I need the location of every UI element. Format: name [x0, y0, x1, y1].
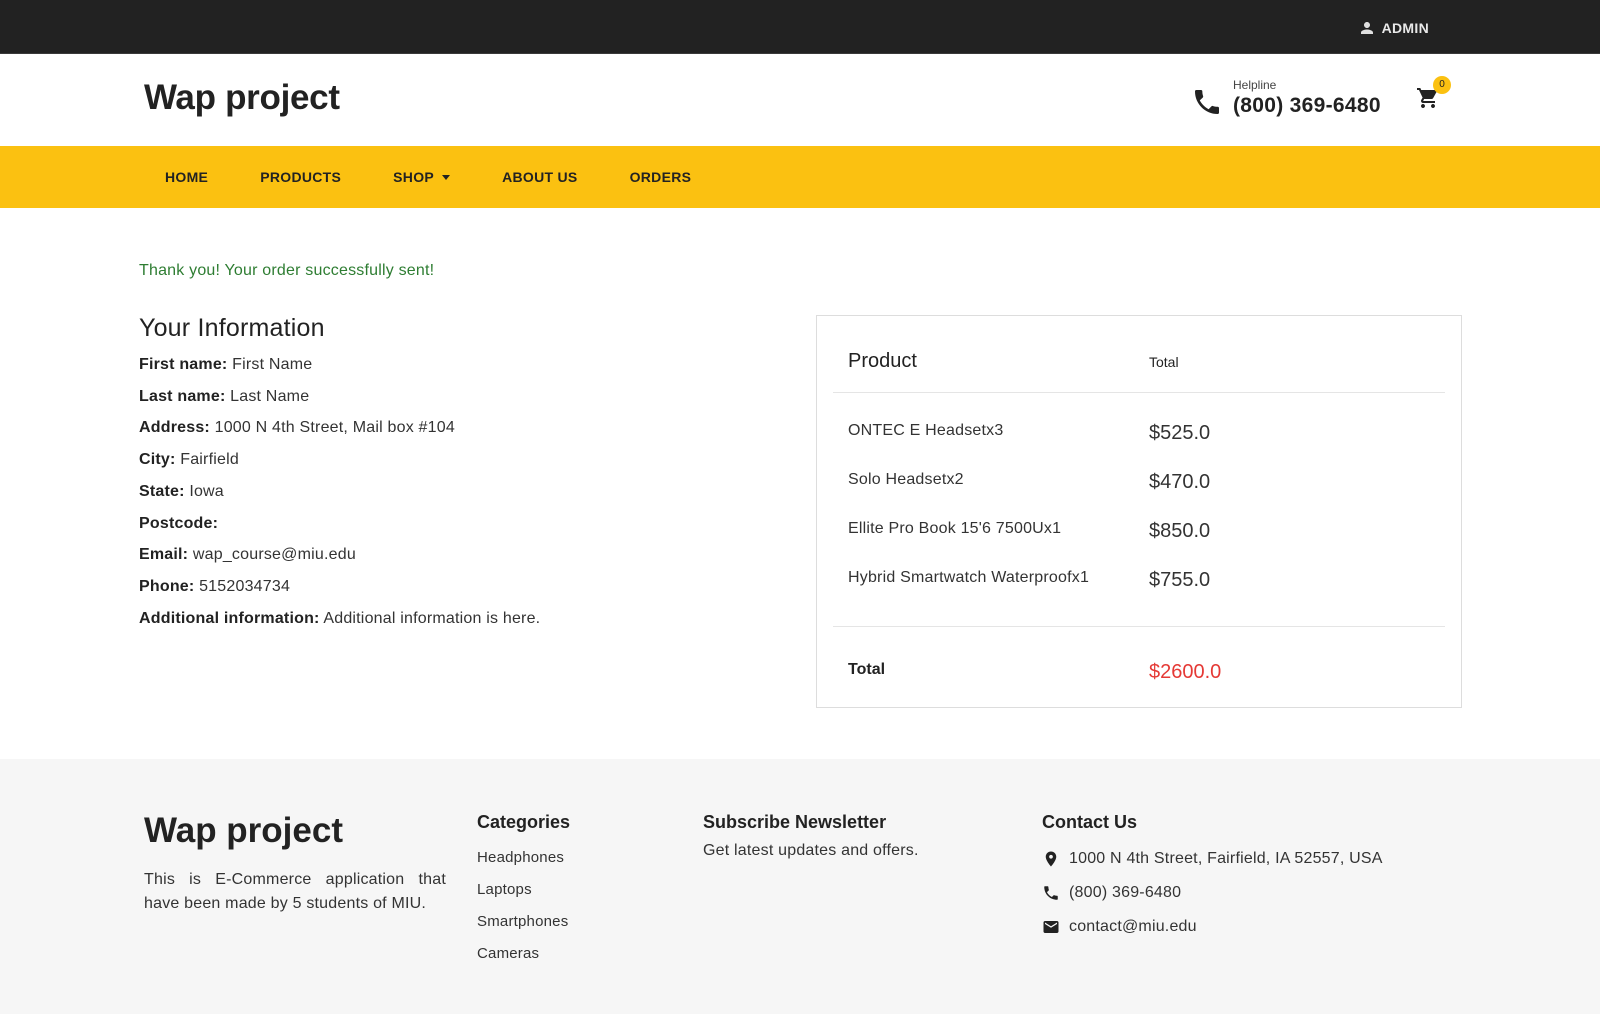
item-name: ONTEC E Headsetx3: [848, 422, 1004, 439]
helpline-number: (800) 369-6480: [1233, 94, 1381, 117]
site-header: Wap project Helpline (800) 369-6480 0: [0, 54, 1600, 146]
item-price: $470.0: [1149, 471, 1211, 493]
customer-information: Your Information First name: First Name …: [139, 314, 779, 634]
nav-products-label: PRODUCTS: [260, 169, 342, 185]
user-icon: [1360, 22, 1373, 34]
info-phone: Phone: 5152034734: [139, 571, 779, 603]
info-value: Iowa: [189, 482, 224, 500]
contact-address-text: 1000 N 4th Street, Fairfield, IA 52557, …: [1069, 850, 1383, 867]
footer-description: This is E-Commerce application that have…: [144, 871, 446, 912]
order-table-header: Product Total: [833, 316, 1445, 393]
info-label: State:: [139, 482, 185, 500]
info-label: Postcode:: [139, 514, 219, 532]
nav-home[interactable]: HOME: [144, 146, 229, 208]
info-state: State: Iowa: [139, 476, 779, 508]
nav-shop-label: SHOP: [393, 169, 435, 185]
cart-button[interactable]: 0: [1416, 76, 1451, 112]
info-label: Last name:: [139, 387, 226, 405]
newsletter-title: Subscribe Newsletter: [703, 812, 887, 832]
order-items: ONTEC E Headsetx3 $525.0 Solo Headsetx2 …: [833, 393, 1445, 627]
nav-home-label: HOME: [165, 169, 209, 185]
nav-products[interactable]: PRODUCTS: [239, 146, 362, 208]
contact-phone-text: (800) 369-6480: [1069, 884, 1182, 901]
info-value: 5152034734: [199, 577, 291, 595]
main-nav: HOME PRODUCTS SHOP ABOUT US ORDERS: [144, 146, 722, 208]
footer-contact: Contact Us 1000 N 4th Street, Fairfield,…: [1042, 812, 1383, 944]
item-name: Ellite Pro Book 15'6 7500Ux1: [848, 520, 1062, 537]
info-label: Address:: [139, 419, 210, 437]
nav-about-label: ABOUT US: [502, 169, 578, 185]
info-additional: Additional information: Additional infor…: [139, 603, 779, 635]
product-column-header: Product: [848, 350, 917, 372]
phone-icon: [1195, 90, 1219, 114]
item-price: $850.0: [1149, 520, 1211, 542]
category-link-cameras[interactable]: Cameras: [477, 938, 570, 970]
info-label: First name:: [139, 356, 228, 373]
nav-orders[interactable]: ORDERS: [609, 146, 713, 208]
site-logo[interactable]: Wap project: [144, 78, 340, 118]
admin-menu[interactable]: ADMIN: [1358, 19, 1429, 37]
nav-about-us[interactable]: ABOUT US: [481, 146, 599, 208]
item-price: $525.0: [1149, 422, 1211, 444]
nav-shop-dropdown[interactable]: SHOP: [372, 146, 471, 208]
info-label: Email:: [139, 546, 189, 564]
newsletter-text: Get latest updates and offers.: [703, 842, 919, 859]
footer-newsletter: Subscribe Newsletter Get latest updates …: [703, 812, 919, 860]
phone-icon: [1044, 886, 1058, 900]
info-value: Last Name: [230, 387, 310, 405]
info-value: 1000 N 4th Street, Mail box #104: [214, 419, 455, 437]
helpline: Helpline (800) 369-6480: [1191, 78, 1381, 118]
main-navbar: HOME PRODUCTS SHOP ABOUT US ORDERS: [0, 146, 1600, 208]
info-address: Address: 1000 N 4th Street, Mail box #10…: [139, 412, 779, 444]
info-value: wap_course@miu.edu: [192, 546, 356, 564]
item-price: $755.0: [1149, 569, 1211, 591]
info-label: City:: [139, 451, 176, 469]
cart-count-badge: 0: [1433, 76, 1451, 94]
contact-email: contact@miu.edu: [1042, 910, 1383, 944]
categories-title: Categories: [477, 812, 571, 832]
contact-email-text[interactable]: contact@miu.edu: [1069, 910, 1197, 944]
order-summary: Product Total ONTEC E Headsetx3 $525.0 S…: [816, 315, 1462, 708]
contact-address: 1000 N 4th Street, Fairfield, IA 52557, …: [1042, 842, 1383, 876]
order-total-row: Total $2600.0: [833, 627, 1445, 707]
info-postcode: Postcode:: [139, 508, 779, 540]
order-item: Solo Headsetx2 $470.0: [833, 471, 1445, 501]
info-first-name: First name: First Name: [139, 349, 779, 381]
order-total-label: Total: [848, 661, 886, 678]
info-value: First Name: [232, 356, 313, 373]
order-item: Ellite Pro Book 15'6 7500Ux1 $850.0: [833, 520, 1445, 550]
item-name: Hybrid Smartwatch Waterproofx1: [848, 569, 1090, 586]
info-label: Additional information:: [139, 609, 320, 627]
order-item: Hybrid Smartwatch Waterproofx1 $755.0: [833, 569, 1445, 599]
category-link-laptops[interactable]: Laptops: [477, 874, 570, 906]
item-name: Solo Headsetx2: [848, 471, 964, 488]
location-pin-icon: [1045, 851, 1057, 867]
caret-down-icon: [442, 174, 451, 180]
info-title: Your Information: [139, 314, 325, 342]
order-total-value: $2600.0: [1149, 661, 1222, 683]
info-last-name: Last name: Last Name: [139, 381, 779, 413]
info-label: Phone:: [139, 577, 195, 595]
helpline-label: Helpline: [1233, 78, 1277, 92]
info-value: Additional information is here.: [323, 609, 541, 627]
order-item: ONTEC E Headsetx3 $525.0: [833, 422, 1445, 452]
nav-orders-label: ORDERS: [629, 169, 692, 185]
info-value: Fairfield: [180, 451, 239, 469]
admin-label: ADMIN: [1381, 20, 1429, 36]
contact-phone: (800) 369-6480: [1042, 876, 1383, 910]
info-city: City: Fairfield: [139, 444, 779, 476]
mail-icon: [1043, 921, 1059, 933]
footer-logo: Wap project: [144, 811, 343, 850]
contact-title: Contact Us: [1042, 812, 1138, 832]
category-link-smartphones[interactable]: Smartphones: [477, 906, 570, 938]
order-success-message: Thank you! Your order successfully sent!: [139, 262, 435, 279]
site-footer: Wap project This is E-Commerce applicati…: [0, 759, 1600, 1014]
info-email: Email: wap_course@miu.edu: [139, 539, 779, 571]
category-link-headphones[interactable]: Headphones: [477, 842, 570, 874]
footer-categories: Categories Headphones Laptops Smartphone…: [477, 812, 570, 970]
top-bar: ADMIN: [0, 0, 1600, 54]
total-column-header: Total: [1149, 354, 1179, 370]
